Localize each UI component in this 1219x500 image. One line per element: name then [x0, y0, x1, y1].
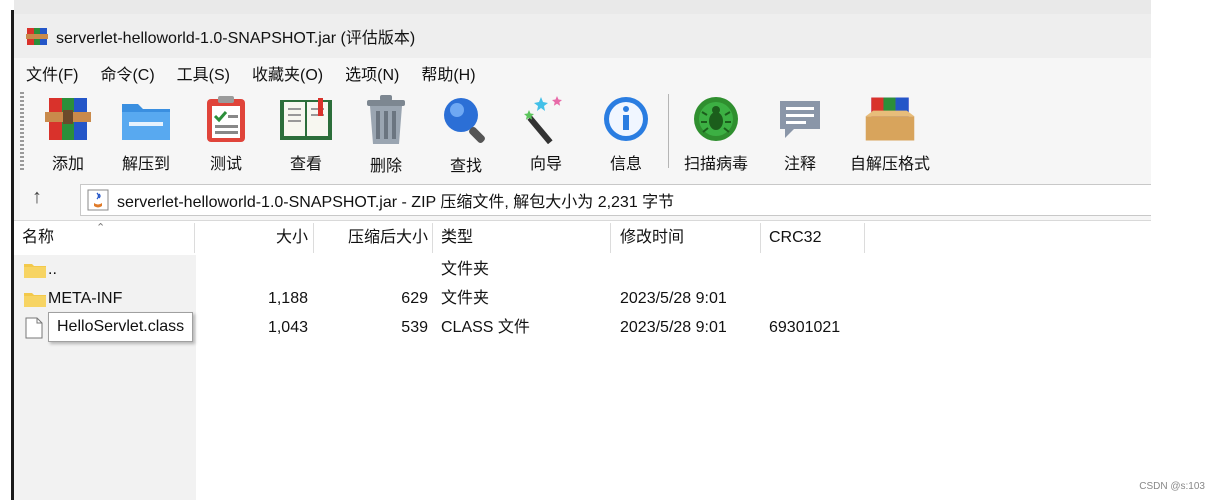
up-arrow-icon[interactable]: ↑ [32, 186, 42, 209]
watermark: CSDN @s:103 [1139, 481, 1205, 492]
column-packed-size[interactable]: 压缩后大小 [314, 221, 428, 255]
column-modified[interactable]: 修改时间 [620, 221, 684, 255]
trash-can-icon [358, 94, 414, 146]
row-type: 文件夹 [441, 261, 490, 278]
column-divider[interactable] [432, 223, 433, 253]
row-size: 1,043 [267, 319, 308, 336]
sfx-button[interactable]: 自解压格式 [840, 94, 940, 174]
path-text: serverlet-helloworld-1.0-SNAPSHOT.jar - … [117, 194, 675, 211]
filename-tooltip: HelloServlet.class [48, 312, 194, 342]
row-modified: 2023/5/28 9:01 [620, 290, 727, 307]
toolbar-separator [668, 94, 669, 168]
winrar-app-icon [26, 28, 48, 45]
column-divider[interactable] [610, 223, 611, 253]
extract-to-label: 解压到 [121, 156, 170, 173]
view-label: 查看 [289, 156, 322, 173]
menu-favorites[interactable]: 收藏夹(O) [240, 61, 333, 85]
comment-icon [772, 94, 828, 144]
add-archive-icon [40, 94, 96, 144]
sfx-box-icon [862, 94, 918, 144]
row-size: 1,188 [267, 290, 308, 307]
comment-button[interactable]: 注释 [760, 94, 840, 174]
column-crc32[interactable]: CRC32 [769, 221, 821, 255]
menu-help[interactable]: 帮助(H) [409, 61, 485, 85]
column-divider[interactable] [760, 223, 761, 253]
test-button[interactable]: 测试 [186, 94, 266, 174]
sfx-label: 自解压格式 [849, 156, 930, 173]
toolbar-grip[interactable] [20, 92, 24, 172]
find-button[interactable]: 查找 [426, 94, 506, 175]
clipboard-check-icon [198, 94, 254, 144]
left-edge [0, 0, 14, 500]
test-label: 测试 [209, 156, 242, 173]
toolbar: 添加 解压到 测试 查看 删除 查找 向导 信息 扫描病毒 注释 自解压格式 [14, 88, 1151, 178]
winrar-window: serverlet-helloworld-1.0-SNAPSHOT.jar (评… [14, 0, 1151, 500]
extract-to-button[interactable]: 解压到 [106, 94, 186, 174]
sort-ascending-icon: ⌃ [96, 222, 106, 234]
window-title: serverlet-helloworld-1.0-SNAPSHOT.jar (评… [56, 30, 416, 47]
file-icon [25, 317, 43, 339]
bug-scan-icon [688, 94, 744, 144]
folder-icon [24, 293, 46, 307]
info-label: 信息 [609, 156, 642, 173]
row-modified: 2023/5/28 9:01 [620, 319, 727, 336]
find-label: 查找 [449, 158, 482, 175]
info-button[interactable]: 信息 [586, 94, 666, 174]
delete-label: 删除 [369, 158, 402, 175]
row-type: CLASS 文件 [441, 319, 530, 336]
wizard-button[interactable]: 向导 [506, 94, 586, 174]
row-packed-size: 539 [401, 319, 428, 336]
file-list: 名称 ⌃ 大小 压缩后大小 类型 修改时间 CRC32 .. 文件夹 META-… [14, 221, 1151, 500]
table-row[interactable]: .. 文件夹 [14, 255, 1151, 284]
row-type: 文件夹 [441, 290, 490, 307]
magic-wand-icon [518, 94, 574, 144]
column-type[interactable]: 类型 [441, 221, 473, 255]
add-label: 添加 [51, 156, 84, 173]
table-row[interactable]: META-INF 1,188 629 文件夹 2023/5/28 9:01 [14, 284, 1151, 313]
row-name: META-INF [48, 290, 123, 307]
add-button[interactable]: 添加 [28, 94, 108, 174]
magnifier-icon [438, 94, 494, 146]
menu-tools[interactable]: 工具(S) [165, 61, 240, 85]
jar-file-icon [87, 189, 109, 211]
folder-icon [24, 264, 46, 278]
top-strip [14, 0, 1151, 14]
virus-scan-label: 扫描病毒 [683, 156, 748, 173]
row-crc32: 69301021 [769, 319, 841, 336]
view-button[interactable]: 查看 [266, 94, 346, 174]
menu-options[interactable]: 选项(N) [333, 61, 409, 85]
comment-label: 注释 [783, 156, 816, 173]
row-packed-size: 629 [401, 290, 428, 307]
row-name: .. [48, 261, 57, 278]
menu-commands[interactable]: 命令(C) [88, 61, 164, 85]
column-divider[interactable] [864, 223, 865, 253]
address-bar: ↑ serverlet-helloworld-1.0-SNAPSHOT.jar … [14, 178, 1151, 221]
path-field[interactable]: serverlet-helloworld-1.0-SNAPSHOT.jar - … [80, 184, 1151, 216]
delete-button[interactable]: 删除 [346, 94, 426, 175]
virus-scan-button[interactable]: 扫描病毒 [676, 94, 756, 174]
title-bar[interactable]: serverlet-helloworld-1.0-SNAPSHOT.jar (评… [14, 14, 1151, 58]
folder-extract-icon [118, 94, 174, 144]
wizard-label: 向导 [529, 156, 562, 173]
column-header: 名称 ⌃ 大小 压缩后大小 类型 修改时间 CRC32 [14, 221, 1151, 255]
info-icon [598, 94, 654, 144]
book-icon [278, 94, 334, 144]
column-name[interactable]: 名称 [22, 221, 54, 255]
menu-bar: 文件(F) 命令(C) 工具(S) 收藏夹(O) 选项(N) 帮助(H) [14, 58, 1151, 88]
menu-file[interactable]: 文件(F) [14, 61, 88, 85]
column-size[interactable]: 大小 [194, 221, 308, 255]
